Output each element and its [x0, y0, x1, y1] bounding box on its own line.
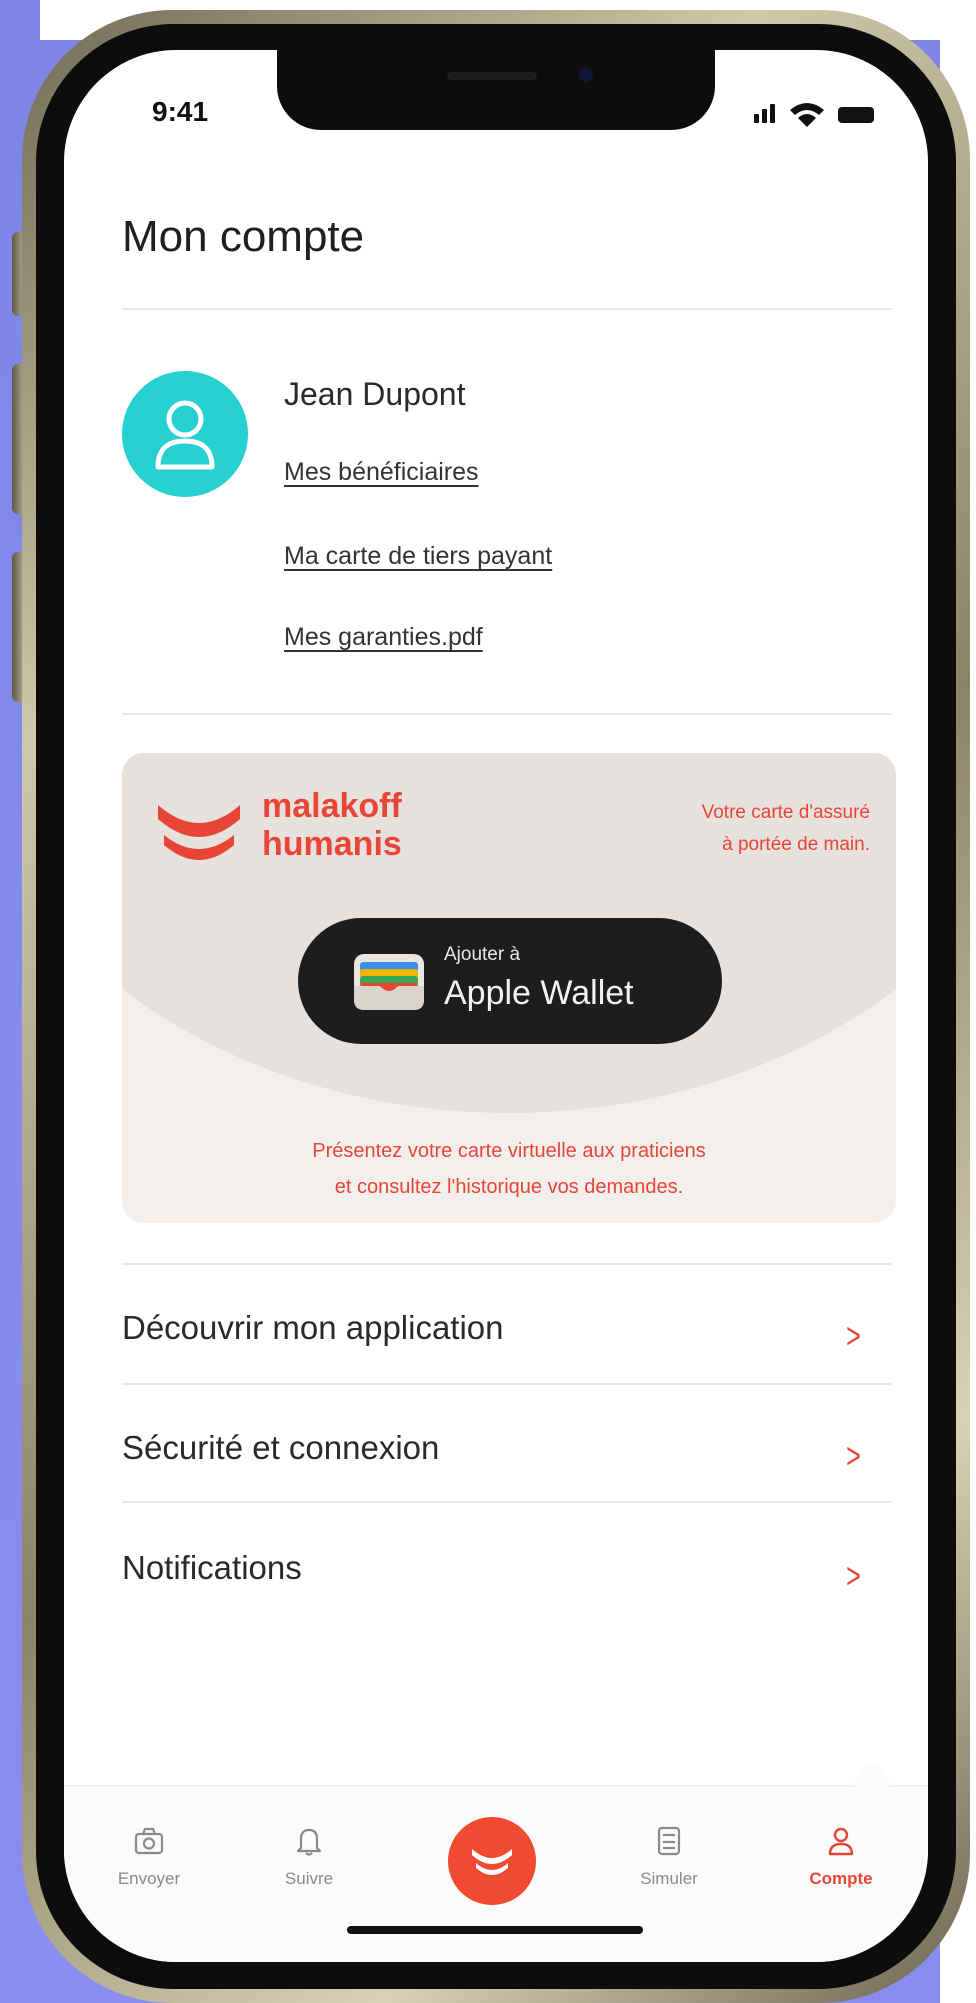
divider [122, 1501, 892, 1503]
nav-label: Compte [809, 1869, 873, 1888]
link-garanties-pdf[interactable]: Mes garanties.pdf [284, 623, 483, 652]
page-title: Mon compte [122, 212, 365, 261]
signal-icon [762, 109, 767, 123]
status-time: 9:41 [152, 96, 209, 127]
status-icons [754, 95, 884, 131]
speaker [447, 72, 537, 80]
link-carte-tiers-payant[interactable]: Ma carte de tiers payant [284, 542, 552, 571]
card-footer-line1: Présentez votre carte virtuelle aux prat… [312, 1140, 706, 1162]
wallet-button-text: Apple Wallet [444, 974, 634, 1012]
wallet-icon [354, 954, 424, 1010]
tagline-line2: à portée de main. [722, 834, 870, 855]
chevron-right-icon: > [846, 1315, 861, 1356]
bottom-nav: Envoyer Suivre Simuler Compte [64, 1765, 928, 1962]
divider [122, 1383, 892, 1385]
camera-icon [134, 1827, 164, 1855]
phone-screen: 9:41 Mon compte Jean Dupont Mes bénéfici… [64, 50, 928, 1962]
home-indicator [347, 1926, 643, 1934]
nav-label: Envoyer [117, 1869, 181, 1888]
notch [277, 50, 715, 130]
chat-button[interactable] [448, 1817, 536, 1905]
brand-name: malakoff humanis [262, 787, 402, 863]
card-footer-text: Présentez votre carte virtuelle aux prat… [122, 1133, 896, 1205]
malakoff-chat-icon [472, 1849, 512, 1875]
insurance-card-promo: malakoff humanis Votre carte d'assuré à … [122, 753, 896, 1223]
card-tagline: Votre carte d'assuré à portée de main. [570, 797, 870, 861]
wifi-icon [790, 103, 824, 127]
user-icon [828, 1827, 854, 1856]
menu-item-securite[interactable]: Sécurité et connexion > [122, 1407, 892, 1497]
signal-icon [754, 114, 759, 123]
chevron-right-icon: > [846, 1435, 861, 1476]
nav-label: Suivre [284, 1869, 334, 1888]
chevron-right-icon: > [846, 1555, 861, 1596]
card-footer-line2: et consultez l'historique vos demandes. [334, 1176, 684, 1198]
brand-line1: malakoff [262, 787, 402, 825]
bell-icon [296, 1828, 322, 1856]
menu-item-label: Découvrir mon application [122, 1309, 504, 1346]
nav-item-simuler[interactable]: Simuler [604, 1787, 734, 1907]
nav-label: Simuler [640, 1869, 698, 1888]
menu-item-decouvrir[interactable]: Découvrir mon application > [122, 1287, 892, 1377]
nav-item-compte[interactable]: Compte [776, 1787, 906, 1907]
menu-item-label: Sécurité et connexion [122, 1429, 440, 1466]
camera [579, 68, 593, 82]
nav-item-envoyer[interactable]: Envoyer [84, 1787, 214, 1907]
battery-icon [838, 107, 874, 123]
tagline-line1: Votre carte d'assuré [701, 802, 870, 823]
divider [122, 1263, 892, 1265]
menu-item-notifications[interactable]: Notifications > [122, 1527, 892, 1617]
divider [122, 308, 892, 310]
nav-active-notch [854, 1765, 890, 1789]
menu-item-label: Notifications [122, 1549, 302, 1586]
link-beneficiaires[interactable]: Mes bénéficiaires [284, 458, 479, 487]
user-icon [155, 400, 215, 470]
nav-item-suivre[interactable]: Suivre [244, 1787, 374, 1907]
wallet-button-small-text: Ajouter à [444, 944, 521, 965]
user-name: Jean Dupont [284, 376, 466, 412]
add-to-apple-wallet-button[interactable]: Ajouter à Apple Wallet [298, 918, 722, 1044]
divider [122, 713, 892, 715]
signal-icon [770, 104, 775, 123]
avatar[interactable] [122, 371, 248, 497]
calculator-icon [657, 1826, 681, 1856]
brand-line2: humanis [262, 825, 402, 863]
malakoff-humanis-logo [158, 805, 240, 860]
